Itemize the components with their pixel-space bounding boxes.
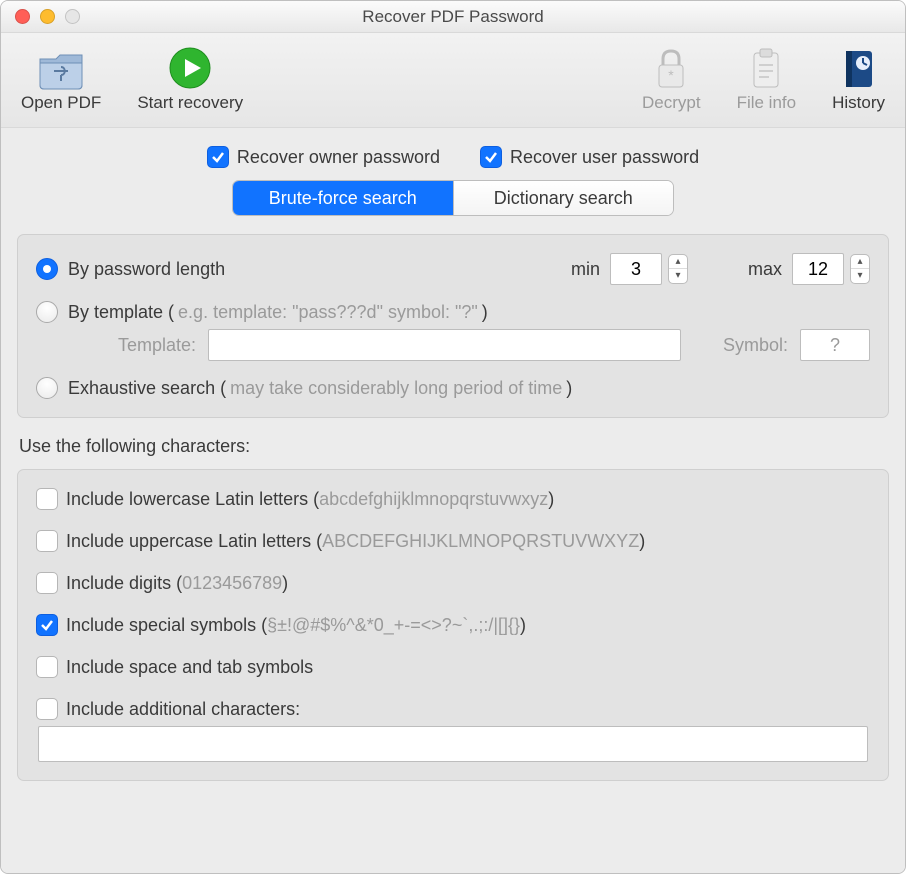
symbol-input[interactable] [800,329,870,361]
content-area: Recover owner password Recover user pass… [1,128,905,873]
toolbar: Open PDF Start recovery * Decry [1,33,905,128]
space-label: Include space and tab symbols [66,657,313,678]
minimize-window-button[interactable] [40,9,55,24]
min-length-input[interactable] [610,253,662,285]
recover-owner-label: Recover owner password [237,147,440,168]
charset-title: Use the following characters: [19,436,889,457]
uppercase-checkbox[interactable] [36,530,58,552]
by-template-label: By template ( [68,302,174,323]
tab-brute-force[interactable]: Brute-force search [233,181,453,215]
history-label: History [832,93,885,113]
additional-checkbox[interactable] [36,698,58,720]
clipboard-icon [741,43,791,93]
space-checkbox[interactable] [36,656,58,678]
window-controls [1,9,80,24]
exhaustive-label-close: ) [566,378,572,399]
uppercase-close: ) [639,531,645,552]
exhaustive-radio[interactable] [36,377,58,399]
titlebar: Recover PDF Password [1,1,905,33]
uppercase-label: Include uppercase Latin letters ( [66,531,322,552]
chevron-down-icon: ▾ [851,269,869,283]
tab-dictionary[interactable]: Dictionary search [453,181,674,215]
by-template-label-close: ) [482,302,488,323]
by-length-radio[interactable] [36,258,58,280]
exhaustive-label: Exhaustive search ( [68,378,226,399]
checkbox-icon [207,146,229,168]
svg-text:*: * [669,67,675,83]
open-pdf-label: Open PDF [21,93,101,113]
recover-owner-checkbox[interactable]: Recover owner password [207,146,440,168]
recover-user-checkbox[interactable]: Recover user password [480,146,699,168]
min-label: min [571,259,600,280]
open-pdf-button[interactable]: Open PDF [21,43,101,113]
template-field-label: Template: [86,335,196,356]
recover-user-label: Recover user password [510,147,699,168]
lock-icon: * [646,43,696,93]
lowercase-checkbox[interactable] [36,488,58,510]
by-template-hint: e.g. template: "pass???d" symbol: "?" [178,302,478,323]
special-close: ) [520,615,526,636]
start-recovery-button[interactable]: Start recovery [137,43,243,113]
history-book-icon [834,43,884,93]
digits-label: Include digits ( [66,573,182,594]
max-label: max [748,259,782,280]
history-button[interactable]: History [832,43,885,113]
play-icon [165,43,215,93]
special-hint: §±!@#$%^&*0_+-=<>?~`,.;:/|[]{} [267,615,520,636]
exhaustive-hint: may take considerably long period of tim… [230,378,562,399]
folder-pdf-icon [36,43,86,93]
close-window-button[interactable] [15,9,30,24]
decrypt-button[interactable]: * Decrypt [642,43,701,113]
additional-characters-input[interactable] [38,726,868,762]
charset-group: Include lowercase Latin letters ( abcdef… [17,469,889,781]
app-window: Recover PDF Password Open PDF St [0,0,906,874]
additional-label: Include additional characters: [66,699,300,720]
max-length-stepper[interactable]: ▴ ▾ [850,254,870,284]
lowercase-label: Include lowercase Latin letters ( [66,489,319,510]
checkbox-icon [480,146,502,168]
special-label: Include special symbols ( [66,615,267,636]
digits-hint: 0123456789 [182,573,282,594]
zoom-window-button[interactable] [65,9,80,24]
uppercase-hint: ABCDEFGHIJKLMNOPQRSTUVWXYZ [322,531,639,552]
chevron-up-icon: ▴ [669,255,687,269]
lowercase-hint: abcdefghijklmnopqrstuvwxyz [319,489,548,510]
template-input[interactable] [208,329,681,361]
digits-close: ) [282,573,288,594]
file-info-label: File info [737,93,797,113]
search-mode-group: By password length min ▴ ▾ max [17,234,889,418]
chevron-up-icon: ▴ [851,255,869,269]
by-length-label: By password length [68,259,225,280]
window-title: Recover PDF Password [1,7,905,27]
file-info-button[interactable]: File info [737,43,797,113]
lowercase-close: ) [548,489,554,510]
start-recovery-label: Start recovery [137,93,243,113]
max-length-input[interactable] [792,253,844,285]
search-mode-tabs: Brute-force search Dictionary search [232,180,674,216]
special-checkbox[interactable] [36,614,58,636]
digits-checkbox[interactable] [36,572,58,594]
symbol-field-label: Symbol: [723,335,788,356]
chevron-down-icon: ▾ [669,269,687,283]
decrypt-label: Decrypt [642,93,701,113]
min-length-stepper[interactable]: ▴ ▾ [668,254,688,284]
by-template-radio[interactable] [36,301,58,323]
